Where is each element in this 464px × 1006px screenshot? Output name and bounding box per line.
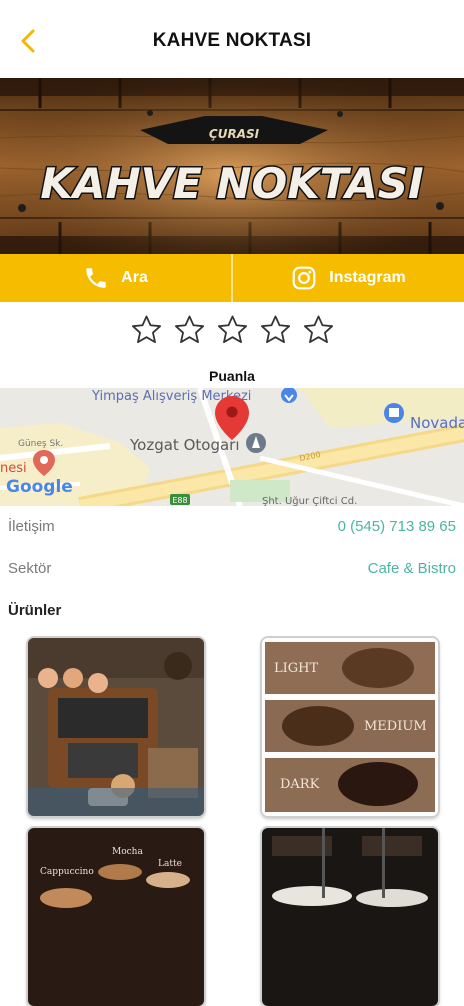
star-icon[interactable]	[130, 313, 163, 346]
phone-icon	[86, 268, 106, 288]
star-icon[interactable]	[302, 313, 335, 346]
instagram-icon	[292, 266, 316, 290]
map-label-street: Şht. Uğur Çiftci Cd.	[262, 495, 357, 506]
banner-big-text: KAHVE NOKTASI	[40, 159, 423, 208]
product-card-espresso-machine[interactable]	[28, 638, 204, 816]
map-label-e88: E88	[172, 496, 187, 505]
drink-label-latte: Latte	[158, 859, 182, 869]
drink-label-cappuccino: Cappuccino	[40, 867, 94, 877]
drink-label-mocha: Mocha	[112, 847, 143, 857]
map-label-gunes: Güneş Sk.	[18, 439, 63, 449]
map-label-bus-station: Yozgat Otogarı	[129, 436, 240, 454]
sector-value: Cafe & Bistro	[367, 560, 456, 577]
map-label-novada: Novada	[410, 414, 464, 432]
page-title: KAHVE NOKTASI	[152, 30, 312, 51]
contact-row: İletişim 0 (545) 713 89 65	[0, 508, 464, 548]
star-icon[interactable]	[216, 313, 249, 346]
instagram-label: Instagram	[329, 269, 406, 286]
instagram-button[interactable]: Instagram	[233, 254, 464, 302]
google-logo: Google	[6, 477, 73, 497]
business-banner: ÇURASI KAHVE NOKTASI	[0, 78, 464, 254]
action-bar: Ara Instagram	[0, 254, 464, 302]
coffee-level-light: LIGHT	[274, 661, 318, 676]
rate-label: Puanla	[209, 368, 255, 384]
product-card-coffee-beans[interactable]: LIGHT MEDIUM DARK	[262, 638, 438, 816]
sector-label: Sektör	[8, 560, 52, 577]
star-icon[interactable]	[173, 313, 206, 346]
banner-small-text: ÇURASI	[209, 127, 260, 141]
product-card-cafe-interior[interactable]	[262, 828, 438, 1006]
contact-label: İletişim	[8, 518, 55, 535]
map-label-partial: nesi	[0, 461, 27, 476]
star-icon[interactable]	[259, 313, 292, 346]
contact-phone-link[interactable]: 0 (545) 713 89 65	[338, 518, 456, 535]
rating-stars	[0, 313, 464, 353]
products-title: Ürünler	[8, 602, 62, 619]
product-card-coffee-drinks[interactable]: Mocha Latte Cappuccino	[28, 828, 204, 1006]
coffee-level-dark: DARK	[280, 777, 320, 792]
location-map[interactable]: Yimpaş Alışveriş Merkezi Yozgat Otogarı …	[0, 388, 464, 506]
coffee-level-medium: MEDIUM	[364, 719, 427, 734]
call-label: Ara	[121, 269, 148, 286]
sector-row: Sektör Cafe & Bistro	[0, 550, 464, 590]
call-button[interactable]: Ara	[0, 254, 231, 302]
app-header: KAHVE NOKTASI	[0, 0, 464, 78]
